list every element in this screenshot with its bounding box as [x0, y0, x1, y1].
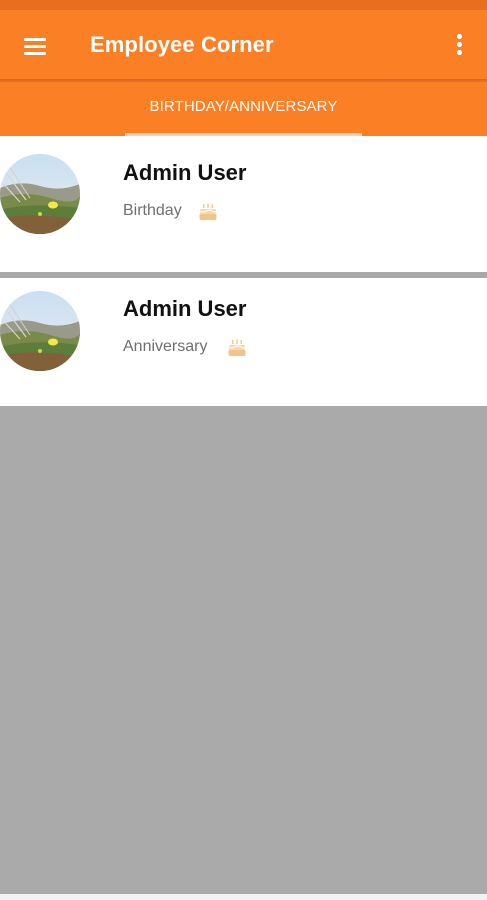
bottom-edge [0, 894, 487, 900]
employee-name: Admin User [123, 160, 247, 185]
status-bar [0, 0, 487, 10]
tab-birthday-anniversary[interactable]: BIRTHDAY/ANNIVERSARY [125, 82, 362, 136]
app-bar: Employee Corner [0, 10, 487, 80]
birthday-cake-icon [198, 202, 218, 222]
list-item[interactable]: Admin User Anniversary [0, 278, 487, 406]
overflow-menu-button[interactable] [446, 30, 474, 60]
event-type: Birthday [123, 202, 182, 219]
avatar [0, 291, 80, 371]
menu-button[interactable] [18, 32, 54, 62]
page-title: Employee Corner [90, 32, 274, 57]
birthday-cake-icon [227, 338, 247, 358]
tab-bar: BIRTHDAY/ANNIVERSARY [0, 82, 487, 136]
list-item[interactable]: Admin User Birthday [0, 136, 487, 272]
employee-name: Admin User [123, 296, 247, 321]
tab-label: BIRTHDAY/ANNIVERSARY [149, 98, 338, 115]
empty-list-area [0, 406, 487, 894]
avatar [0, 154, 80, 234]
event-type: Anniversary [123, 338, 208, 355]
